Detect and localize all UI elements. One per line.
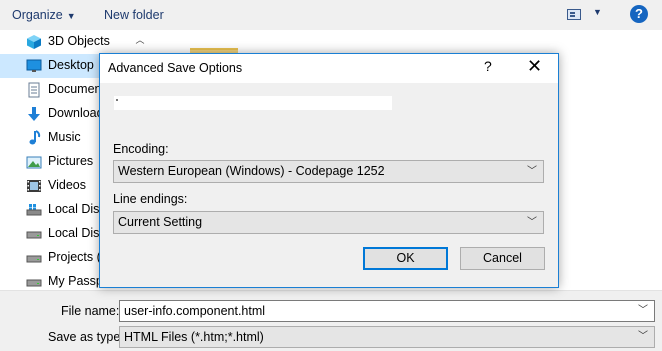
help-button[interactable]: ? xyxy=(630,5,648,23)
chevron-down-icon[interactable]: ﹀ xyxy=(638,301,648,321)
help-icon[interactable]: ? xyxy=(484,58,492,74)
save-as-type-select[interactable]: HTML Files (*.htm;*.html) ﹀ xyxy=(119,326,655,348)
redacted-region xyxy=(114,96,392,110)
nav-item-label: Projects (I xyxy=(48,250,105,264)
chevron-down-icon[interactable]: ﹀ xyxy=(527,212,537,233)
nav-item-label: 3D Objects xyxy=(48,34,110,48)
redacted-dot xyxy=(116,99,118,101)
nav-item-label: Local Disk xyxy=(48,226,106,240)
cube-icon xyxy=(27,35,41,49)
line-endings-select[interactable]: Current Setting ﹀ xyxy=(113,211,544,234)
nav-item-3d-objects[interactable]: 3D Objects xyxy=(0,30,160,54)
nav-item-label: Download xyxy=(48,106,104,120)
drive-icon xyxy=(26,255,42,263)
view-dropdown-chevron-icon[interactable]: ▼ xyxy=(593,7,602,17)
nav-item-label: My Passp xyxy=(48,274,103,288)
dialog-title: Advanced Save Options xyxy=(108,61,243,75)
save-options-bar: File name: user-info.component.html ﹀ Sa… xyxy=(0,290,662,351)
nav-item-label: Pictures xyxy=(48,154,94,168)
nav-item-label: Local Disk xyxy=(48,202,106,216)
nav-item-label: Videos xyxy=(48,178,86,192)
nav-item-label: Music xyxy=(48,130,81,144)
film-icon xyxy=(27,180,41,192)
encoding-value: Western European (Windows) - Codepage 12… xyxy=(118,164,385,178)
chevron-down-icon[interactable]: ﹀ xyxy=(527,161,537,182)
chevron-down-icon: ▼ xyxy=(66,11,76,21)
organize-label: Organize xyxy=(12,8,63,22)
file-name-label: File name: xyxy=(61,304,120,318)
file-name-field[interactable]: user-info.component.html ﹀ xyxy=(119,300,655,322)
chevron-down-icon[interactable]: ﹀ xyxy=(638,327,648,347)
toolbar: Organize ▼ New folder ▼ ? xyxy=(0,0,662,30)
nav-item-label: Documen xyxy=(48,82,102,96)
close-icon[interactable]: ✕ xyxy=(527,56,542,77)
encoding-select[interactable]: Western European (Windows) - Codepage 12… xyxy=(113,160,544,183)
view-options-icon[interactable] xyxy=(567,9,581,20)
pictures-icon xyxy=(26,156,42,169)
dialog-titlebar[interactable]: Advanced Save Options ? ✕ xyxy=(100,54,558,83)
drive-icon xyxy=(26,279,42,287)
organize-button[interactable]: Organize ▼ xyxy=(12,6,76,24)
line-endings-label: Line endings: xyxy=(113,192,188,206)
desktop-icon xyxy=(26,59,42,72)
document-icon xyxy=(28,82,40,98)
music-note-icon xyxy=(29,130,41,145)
advanced-save-options-dialog: Advanced Save Options ? ✕ Encoding: West… xyxy=(99,53,559,288)
drive-windows-icon xyxy=(26,204,42,216)
drive-icon xyxy=(26,231,42,239)
cancel-button[interactable]: Cancel xyxy=(460,247,545,270)
ok-button[interactable]: OK xyxy=(363,247,448,270)
encoding-label: Encoding: xyxy=(113,142,169,156)
save-as-type-value: HTML Files (*.htm;*.html) xyxy=(124,330,264,344)
download-arrow-icon xyxy=(28,107,40,121)
line-endings-value: Current Setting xyxy=(118,215,203,229)
new-folder-button[interactable]: New folder xyxy=(104,6,164,24)
nav-item-label: Desktop xyxy=(48,58,94,72)
save-as-type-label: Save as type: xyxy=(48,330,124,344)
file-name-value: user-info.component.html xyxy=(124,304,266,318)
